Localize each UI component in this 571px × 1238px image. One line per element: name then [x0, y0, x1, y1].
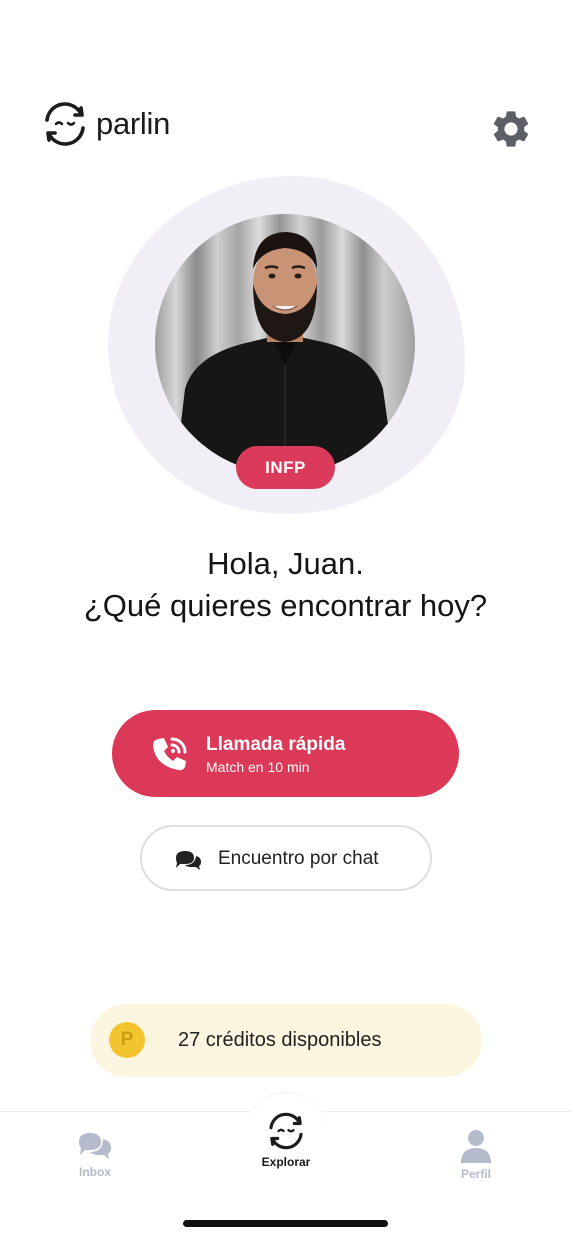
chat-match-button[interactable]: Encuentro por chat [140, 825, 432, 891]
quick-call-button[interactable]: Llamada rápida Match en 10 min [112, 710, 459, 797]
parlin-logo-icon [45, 102, 85, 146]
gear-icon[interactable] [489, 107, 533, 151]
quick-call-title: Llamada rápida [206, 734, 346, 755]
home-indicator[interactable] [183, 1220, 388, 1227]
nav-item-inbox[interactable]: Inbox [60, 1131, 130, 1179]
credits-banner[interactable]: P 27 créditos disponibles [90, 1004, 482, 1077]
nav-label-explore: Explorar [261, 1155, 311, 1169]
credits-label: 27 créditos disponibles [178, 1029, 382, 1051]
nav-label-profile: Perfil [460, 1167, 491, 1181]
avatar [175, 232, 395, 474]
coin-icon: P [109, 1022, 145, 1058]
greeting-subtitle: ¿Qué quieres encontrar hoy? [83, 588, 488, 623]
chat-bubbles-icon [79, 1133, 111, 1159]
personality-badge: INFP [236, 446, 335, 489]
app-logo: parlin [40, 100, 170, 148]
app-name: parlin [96, 106, 171, 141]
chat-match-label: Encuentro por chat [218, 848, 379, 869]
quick-call-subtitle: Match en 10 min [206, 759, 310, 775]
nav-item-explore[interactable]: Explorar [246, 1111, 326, 1169]
profile-photo[interactable] [155, 214, 415, 474]
phone-call-icon [153, 737, 187, 771]
parlin-logo-icon [269, 1112, 303, 1150]
person-icon [461, 1130, 491, 1163]
chat-bubbles-icon [176, 851, 201, 870]
nav-item-profile[interactable]: Perfil [441, 1129, 511, 1181]
nav-label-inbox: Inbox [79, 1165, 111, 1179]
greeting-title: Hola, Juan. [207, 546, 364, 581]
coin-symbol: P [120, 1029, 134, 1050]
explore-screen: parlin INFP Hola, Juan. ¿Qué quieres enc… [0, 0, 571, 1238]
